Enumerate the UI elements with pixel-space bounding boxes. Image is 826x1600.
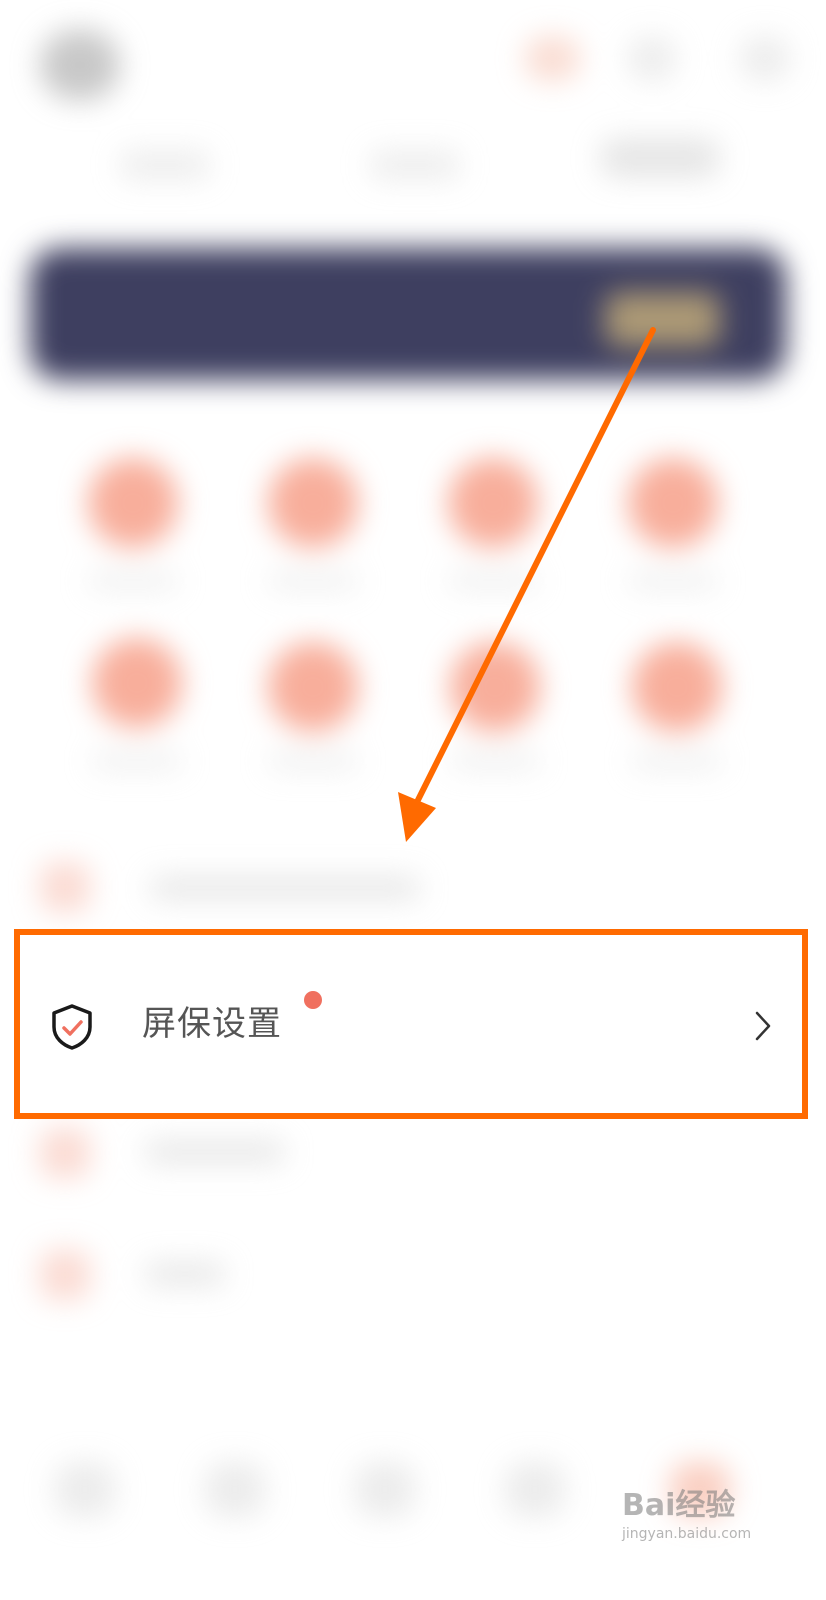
baidu-jingyan-watermark: Bai经验 jingyan.baidu.com xyxy=(622,1488,782,1562)
top-icon xyxy=(628,36,676,81)
banner-badge xyxy=(605,292,720,347)
chevron-right-icon[interactable] xyxy=(752,1009,774,1043)
membership-banner xyxy=(30,248,786,380)
grid-label xyxy=(92,752,182,770)
grid-icon xyxy=(632,642,722,732)
grid-label xyxy=(88,572,178,590)
list-icon xyxy=(40,1250,90,1300)
watermark-brand: Bai经验 xyxy=(622,1488,736,1523)
grid-icon xyxy=(448,458,538,548)
list-label xyxy=(145,1140,285,1164)
notification-dot xyxy=(304,991,322,1009)
annotation-arrow xyxy=(398,327,656,842)
grid-label xyxy=(268,572,358,590)
stat-item xyxy=(120,150,210,180)
list-label xyxy=(145,1262,225,1286)
grid-icon xyxy=(88,458,178,548)
blurred-background xyxy=(0,0,826,1600)
grid-icon xyxy=(268,458,358,548)
avatar xyxy=(40,30,120,100)
list-icon xyxy=(40,862,90,912)
stat-item xyxy=(370,150,460,180)
tab-icon xyxy=(355,1462,415,1517)
tab-icon xyxy=(55,1462,115,1517)
grid-label xyxy=(628,572,718,590)
top-icon xyxy=(525,36,580,81)
screensaver-settings-row[interactable]: 屏保设置 xyxy=(14,929,808,1119)
grid-icon xyxy=(628,458,718,548)
watermark-url: jingyan.baidu.com xyxy=(622,1526,752,1542)
shield-check-icon xyxy=(52,1004,92,1050)
list-icon xyxy=(40,1128,90,1178)
grid-icon xyxy=(268,642,358,732)
grid-label xyxy=(268,752,358,770)
tab-icon xyxy=(505,1462,565,1517)
top-icon xyxy=(740,36,790,81)
list-label xyxy=(150,876,420,900)
grid-label xyxy=(448,572,538,590)
stat-item xyxy=(600,138,720,178)
grid-icon xyxy=(92,638,182,728)
screensaver-settings-label: 屏保设置 xyxy=(142,1004,282,1044)
grid-icon xyxy=(450,642,540,732)
tab-icon xyxy=(205,1462,265,1517)
grid-label xyxy=(632,752,722,770)
grid-label xyxy=(450,752,540,770)
